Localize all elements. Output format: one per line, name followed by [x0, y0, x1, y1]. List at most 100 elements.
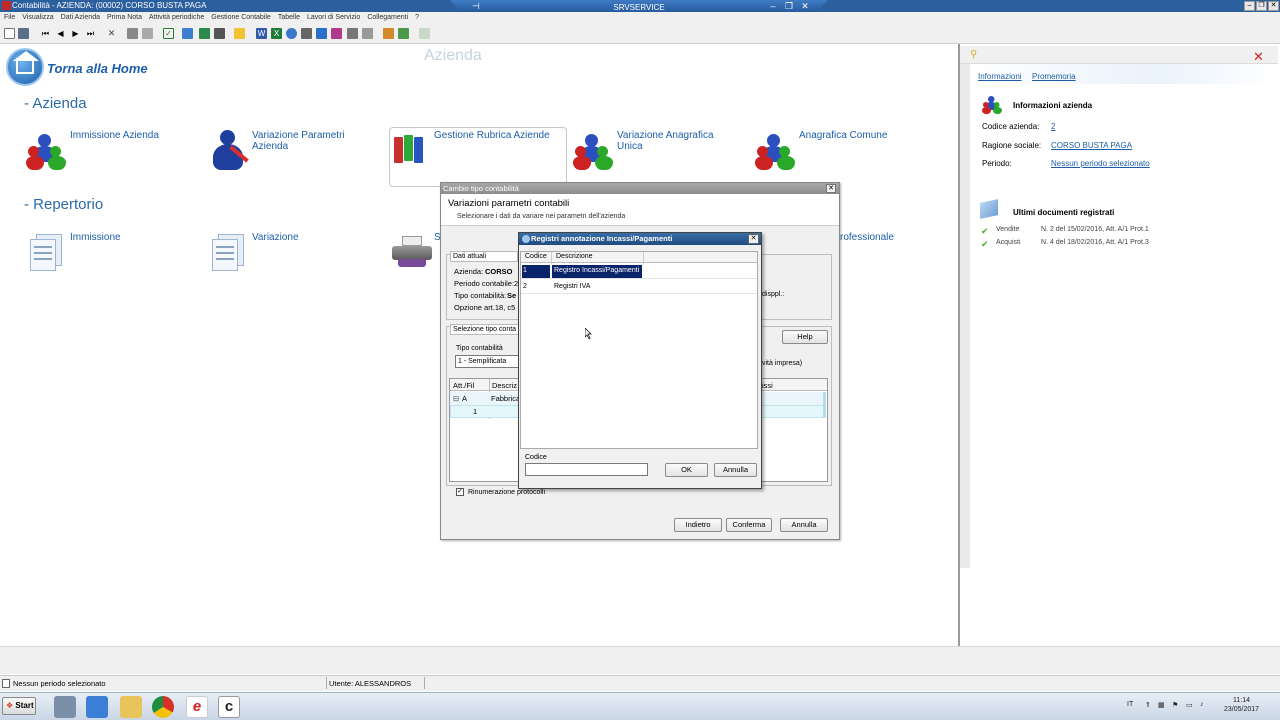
- pdf-icon[interactable]: [347, 28, 358, 39]
- menu-gestione-contabile[interactable]: Gestione Contabile: [211, 14, 271, 21]
- menu-attivita-periodiche[interactable]: Attività periodiche: [149, 14, 204, 21]
- menu-visualizza[interactable]: Visualizza: [22, 14, 53, 21]
- search-icon[interactable]: [362, 28, 373, 39]
- help-icon[interactable]: [234, 28, 245, 39]
- user-icon[interactable]: [182, 28, 193, 39]
- header-descrizione[interactable]: Descrizione: [556, 253, 593, 260]
- tile-gestione-rubrica[interactable]: Gestione Rubrica Aziende: [434, 130, 554, 141]
- home-icon[interactable]: [6, 48, 44, 86]
- first-record-icon[interactable]: ⏮: [40, 28, 51, 39]
- language-indicator[interactable]: IT: [1127, 701, 1133, 708]
- export-icon[interactable]: [214, 28, 225, 39]
- menu-tabelle[interactable]: Tabelle: [278, 14, 300, 21]
- rdp-restore-icon[interactable]: ❐: [782, 1, 796, 12]
- menu-lavori-di-servizio[interactable]: Lavori di Servizio: [307, 14, 360, 21]
- dialog2-annulla-button[interactable]: Annulla: [714, 463, 757, 477]
- clock-date[interactable]: 23/05/2017: [1224, 706, 1259, 713]
- dialog1-close-button[interactable]: ✕: [826, 184, 836, 193]
- header-codice[interactable]: Codice: [525, 253, 547, 260]
- documents-icon[interactable]: [28, 234, 66, 271]
- rdp-minimize-icon[interactable]: –: [766, 1, 780, 11]
- contabilita-app-icon[interactable]: c: [218, 696, 240, 718]
- server-manager-icon[interactable]: [54, 696, 76, 718]
- expand-icon[interactable]: ⊟: [453, 394, 459, 403]
- tile-immissione-azienda[interactable]: Immissione Azienda: [70, 130, 190, 141]
- powershell-icon[interactable]: [86, 696, 108, 718]
- mail-icon[interactable]: [301, 28, 312, 39]
- tile-variazione-anagrafica[interactable]: Variazione Anagrafica Unica: [617, 130, 737, 152]
- chart-icon[interactable]: [331, 28, 342, 39]
- tools-icon[interactable]: [383, 28, 394, 39]
- users-edit-icon[interactable]: [573, 134, 615, 174]
- info-panel-scrollbar[interactable]: [960, 64, 970, 568]
- grid-scrollbar[interactable]: [823, 392, 826, 418]
- tile-repertorio-variazione[interactable]: Variazione: [252, 232, 299, 243]
- settings-icon[interactable]: [398, 28, 409, 39]
- close-icon[interactable]: ✕: [1253, 49, 1264, 65]
- link-icon[interactable]: [419, 28, 430, 39]
- pin-icon[interactable]: ⚲: [970, 49, 977, 60]
- rinumerazione-checkbox[interactable]: ✓: [456, 488, 464, 496]
- users-icon[interactable]: [26, 134, 68, 174]
- users-group-icon[interactable]: [755, 134, 797, 174]
- tab-promemoria[interactable]: Promemoria: [1032, 72, 1076, 81]
- network-icon[interactable]: ▦: [1158, 701, 1165, 709]
- tab-informazioni[interactable]: Informazioni: [978, 72, 1022, 81]
- calendar-icon[interactable]: [199, 28, 210, 39]
- menu-collegamenti[interactable]: Collegamenti: [367, 14, 408, 21]
- group-selezione-tipo-title[interactable]: Selezione tipo conta: [450, 324, 520, 335]
- user-edit-icon[interactable]: [210, 130, 252, 170]
- minimize-button[interactable]: –: [1244, 1, 1255, 11]
- next-record-icon[interactable]: ▶: [70, 28, 81, 39]
- grid-header-issi[interactable]: issi: [762, 381, 773, 390]
- preview-icon[interactable]: [142, 28, 153, 39]
- menu-dati-azienda[interactable]: Dati Azienda: [61, 14, 100, 21]
- rdp-close-icon[interactable]: ✕: [798, 1, 812, 12]
- menu-file[interactable]: File: [4, 14, 15, 21]
- periodo-value[interactable]: Nessun periodo selezionato: [1051, 159, 1150, 168]
- flag-icon[interactable]: ⚑: [1172, 701, 1178, 709]
- volume-icon[interactable]: ♪: [1200, 701, 1204, 708]
- binders-icon[interactable]: [394, 135, 428, 163]
- app-e-icon[interactable]: e: [186, 696, 208, 718]
- save-icon[interactable]: [18, 28, 29, 39]
- section-azienda[interactable]: - Azienda: [24, 95, 87, 112]
- help-button[interactable]: Help: [782, 330, 828, 344]
- excel-icon[interactable]: X: [271, 28, 282, 39]
- tile-anagrafica-comune[interactable]: Anagrafica Comune: [799, 130, 919, 141]
- tile-repertorio-professionale[interactable]: rofessionale: [840, 232, 894, 243]
- tile-repertorio-immissione[interactable]: Immissione: [70, 232, 121, 243]
- annulla-button[interactable]: Annulla: [780, 518, 828, 532]
- delete-icon[interactable]: ✕: [106, 28, 117, 39]
- ragione-sociale-value[interactable]: CORSO BUSTA PAGA: [1051, 141, 1132, 150]
- start-button[interactable]: ❖ Start: [2, 697, 36, 715]
- tile-variazione-parametri[interactable]: Variazione Parametri Azienda: [252, 130, 372, 152]
- last-record-icon[interactable]: ⏭: [85, 28, 96, 39]
- word-icon[interactable]: W: [256, 28, 267, 39]
- pin-icon[interactable]: ⊣: [472, 1, 480, 12]
- chrome-icon[interactable]: [152, 696, 174, 718]
- prev-record-icon[interactable]: ◀: [55, 28, 66, 39]
- codice-input[interactable]: [525, 463, 648, 476]
- tipo-contabilita-select[interactable]: 1 - Semplificata: [455, 355, 519, 368]
- group-dati-attuali-title[interactable]: Dati attuali: [450, 251, 518, 262]
- clock-time[interactable]: 11:14: [1233, 697, 1250, 704]
- calculator-icon[interactable]: [316, 28, 327, 39]
- check-icon[interactable]: ✓: [163, 28, 174, 39]
- indietro-button[interactable]: Indietro: [674, 518, 722, 532]
- grid-header-att[interactable]: Att./Fil: [453, 381, 474, 390]
- print-icon[interactable]: [127, 28, 138, 39]
- documents-edit-icon[interactable]: [210, 234, 248, 271]
- section-repertorio[interactable]: - Repertorio: [24, 196, 103, 213]
- ok-button[interactable]: OK: [665, 463, 708, 477]
- tray-expand-icon[interactable]: ⇑: [1145, 701, 1151, 709]
- dialog2-close-button[interactable]: ✕: [748, 234, 759, 244]
- new-icon[interactable]: [4, 28, 15, 39]
- menu-prima-nota[interactable]: Prima Nota: [107, 14, 142, 21]
- printer-icon[interactable]: [392, 236, 432, 268]
- grid-header-desc[interactable]: Descriz: [492, 381, 517, 390]
- display-icon[interactable]: ▭: [1186, 701, 1193, 709]
- restore-button[interactable]: ❐: [1256, 1, 1267, 11]
- conferma-button[interactable]: Conferma: [726, 518, 772, 532]
- menu-help[interactable]: ?: [415, 14, 419, 21]
